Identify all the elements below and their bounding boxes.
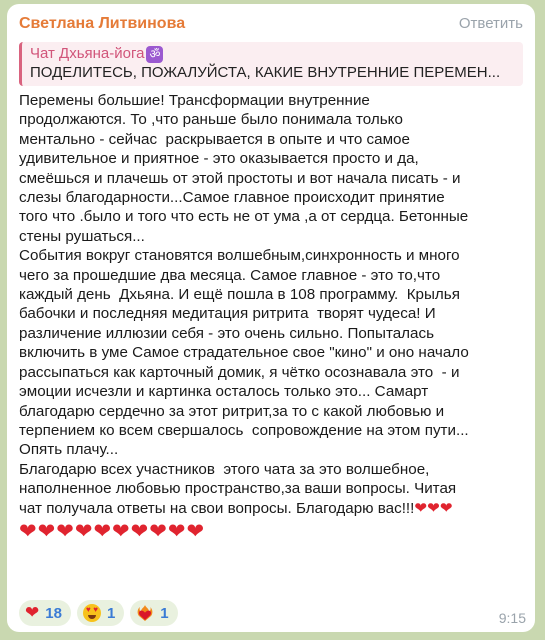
om-icon: ॐ [146, 45, 164, 63]
message-line: того что .было и того что есть не от ума… [19, 208, 469, 226]
message-line: стены рушаться... [19, 227, 145, 245]
message-text: Перемены большие! Трансформации внутренн… [19, 91, 523, 543]
message-line: ментально - сейчас раскрывается в опыте … [19, 130, 410, 148]
message-line: эмоции исчезли и картинка осталось тольк… [19, 383, 429, 401]
inline-hearts: ❤❤❤ [414, 498, 453, 517]
heart-icon: ❤ [19, 518, 37, 543]
sender-name[interactable]: Светлана Литвинова [19, 14, 185, 34]
heart-icon: ❤ [112, 518, 130, 543]
message-line: слезы благодарности...Самое главное прои… [19, 189, 445, 207]
quote-title: Чат Дхьяна-йога ॐ [30, 45, 515, 63]
message-time: 9:15 [498, 610, 526, 626]
message-line: рассыпаться как карточный домик, я чётко… [19, 363, 460, 381]
quote-chat-name: Чат Дхьяна-йога [30, 45, 145, 62]
message-header: Светлана Литвинова Ответить [19, 14, 523, 36]
heart-icon: ❤ [149, 518, 167, 543]
red-heart-icon: ❤ [25, 603, 40, 623]
message-line: смеёшься и плачешь от этой простоты и во… [19, 169, 461, 187]
reply-button[interactable]: Ответить [459, 14, 523, 34]
message-line: различение иллюзии себя - это очень силь… [19, 324, 434, 342]
message-line: чат получала ответы на свои вопросы. Бла… [19, 499, 415, 517]
message-line: удивительное и приятное - это оказываетс… [19, 150, 419, 168]
reaction-red-heart[interactable]: ❤ 18 [19, 600, 71, 626]
message-line: Благодарю всех участников этого чата за … [19, 460, 430, 478]
message-line: События вокруг становятся волшебным,синх… [19, 247, 460, 265]
reactions-bar: ❤ 18 1 1 [19, 600, 178, 626]
hearts-row: ❤ ❤ ❤ ❤ ❤ ❤ ❤ ❤ ❤ ❤ [19, 519, 523, 543]
heart-icon: ❤ [56, 518, 74, 543]
reaction-heart-on-fire[interactable]: 1 [130, 600, 178, 626]
message-line: Опять плачу... [19, 441, 119, 459]
message-line: Перемены большие! Трансформации внутренн… [19, 92, 370, 109]
quote-text: ПОДЕЛИТЕСЬ, ПОЖАЛУЙСТА, КАКИЕ ВНУТРЕННИЕ… [30, 64, 501, 81]
message-line: благодарю сердечно за этот ритрит,за то … [19, 402, 445, 420]
message-line: каждый день Дхьяна. И ещё пошла в 108 пр… [19, 286, 460, 304]
message-line: чего за прошедшие два месяца. Самое глав… [19, 266, 441, 284]
heart-icon: ❤ [93, 518, 112, 543]
heart-icon: ❤ [74, 518, 93, 543]
message-bubble[interactable]: Светлана Литвинова Ответить Чат Дхьяна-й… [7, 4, 535, 632]
reaction-count: 1 [160, 604, 169, 622]
message-line-last: чат получала ответы на свои вопросы. Бла… [19, 499, 523, 518]
heart-on-fire-icon [136, 604, 154, 622]
reaction-count: 1 [106, 604, 116, 622]
heart-icon: ❤ [167, 518, 186, 543]
heart-icon: ❤ [37, 518, 56, 543]
message-line: включить в уме Самое страдательное свое … [19, 344, 469, 362]
reply-quote[interactable]: Чат Дхьяна-йога ॐ ПОДЕЛИТЕСЬ, ПОЖАЛУЙСТА… [19, 42, 523, 86]
reaction-heart-eyes[interactable]: 1 [76, 600, 125, 626]
message-line: бабочки и последняя медитация ритрита тв… [19, 305, 436, 323]
reaction-count: 18 [45, 604, 62, 622]
message-line: терпением ко всем свершалось сопровожден… [19, 421, 469, 439]
heart-icon: ❤ [130, 518, 149, 543]
heart-icon: ❤ [186, 518, 205, 543]
message-line: продолжаются. То ,что раньше было понима… [19, 111, 403, 129]
heart-eyes-face-icon [82, 604, 101, 622]
message-line: наполненное любовью пространство,за ваши… [19, 480, 457, 498]
